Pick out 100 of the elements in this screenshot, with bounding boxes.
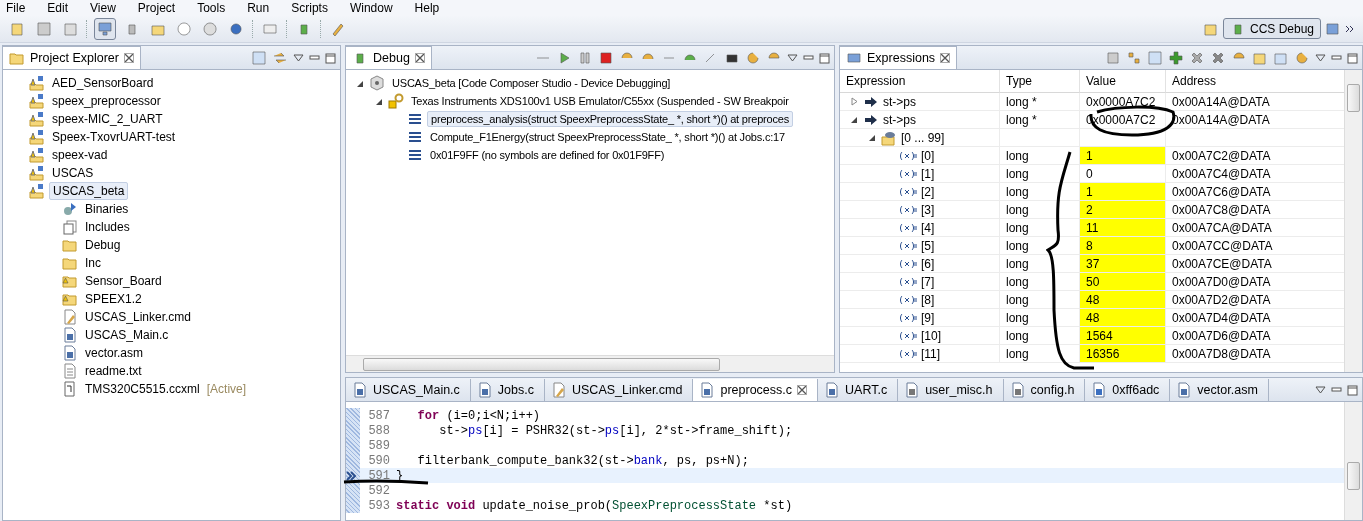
minimize-icon[interactable] [1331, 53, 1342, 63]
expression-name: [6] [921, 256, 935, 271]
tree-item[interactable]: speex-MIC_2_UART [49, 111, 166, 127]
variable-icon [899, 312, 917, 323]
view-menu-icon[interactable] [293, 54, 304, 62]
tree-item[interactable]: Includes [82, 219, 133, 235]
close-icon[interactable] [797, 385, 807, 395]
code-line: filterbank_compute_bank32(st->bank, ps, ps+N); [416, 453, 749, 468]
add-icon[interactable] [1168, 50, 1184, 66]
close-icon[interactable] [940, 53, 951, 63]
maximize-icon[interactable] [1347, 384, 1358, 396]
menu-item[interactable]: View [90, 0, 116, 15]
minimize-icon[interactable] [1331, 385, 1342, 395]
menu-item[interactable]: Window [349, 0, 393, 15]
editor-tab[interactable]: USCAS_Linker.cmd [545, 379, 694, 401]
linker-icon [62, 309, 78, 325]
menu-item[interactable]: Project [137, 0, 176, 15]
editor-tab[interactable]: Jobs.c [470, 379, 545, 401]
tree-item[interactable]: Inc [82, 255, 104, 271]
variable-icon [899, 222, 917, 233]
horizontal-scrollbar[interactable] [346, 355, 834, 372]
file-icon [551, 382, 567, 398]
includes-icon [62, 219, 78, 235]
maximize-icon[interactable] [819, 52, 830, 64]
view-menu-icon[interactable] [1315, 386, 1326, 394]
tree-item[interactable]: speex-vad [49, 147, 111, 163]
tree-item[interactable]: USCAS [49, 165, 97, 181]
tree-item[interactable]: Speex-TxovrUART-test [49, 129, 179, 145]
close-icon[interactable] [414, 53, 425, 63]
view-menu-icon[interactable] [1315, 54, 1326, 62]
maximize-icon[interactable] [325, 52, 336, 64]
line-number: 593 [367, 498, 391, 513]
tree-item[interactable]: USCAS_Main.c [82, 327, 172, 343]
tree-item[interactable]: SPEEX1.2 [82, 291, 145, 307]
tree-item[interactable]: speex_preprocessor [49, 93, 164, 109]
maximize-icon[interactable] [1347, 52, 1358, 64]
minimize-icon[interactable] [803, 53, 814, 63]
column-header[interactable]: Type [1000, 70, 1080, 93]
tree-icon[interactable] [1126, 50, 1142, 66]
debug-tree-item[interactable]: USCAS_beta [Code Composer Studio - Device Debugging] [389, 76, 674, 90]
vertical-scrollbar[interactable] [1344, 402, 1362, 520]
menu-item[interactable]: File [6, 0, 26, 15]
editor-tab[interactable]: config.h [1003, 379, 1086, 401]
debug-tree-item[interactable]: Texas Instruments XDS100v1 USB Emulator/C55xx (Suspended - SW Breakpoir [408, 94, 792, 108]
menu-item[interactable]: Tools [197, 0, 226, 15]
variable-icon [899, 204, 917, 215]
monitor-icon[interactable] [97, 20, 113, 37]
expand-toggle-icon[interactable] [850, 97, 859, 106]
tree-item[interactable]: AED_SensorBoard [49, 75, 157, 91]
expression-name: [9] [921, 310, 935, 325]
pause-icon[interactable] [577, 50, 593, 66]
line-number: 588 [367, 423, 391, 438]
stop-icon[interactable] [598, 50, 614, 66]
debug-tree-item[interactable]: Compute_F1Energy(struct SpeexPreprocessState_ *, short *)() at Jobs.c:17 [427, 130, 788, 144]
close-icon[interactable] [123, 53, 134, 63]
remove-all-icon[interactable] [1210, 50, 1226, 66]
perspective-button[interactable]: CCS Debug [1222, 18, 1321, 39]
c-file-icon [62, 327, 78, 343]
tree-item[interactable]: Binaries [82, 201, 132, 217]
chevron-icon[interactable] [1345, 23, 1355, 34]
variable-icon [899, 186, 917, 197]
asm-file-icon [62, 345, 78, 361]
tree-item[interactable]: USCAS_Linker.cmd [82, 309, 195, 325]
editor-tab[interactable]: preprocess.c [693, 379, 818, 401]
link-icon[interactable] [272, 50, 288, 66]
expand-toggle-icon[interactable] [868, 133, 877, 142]
tree-item[interactable]: readme.txt [82, 363, 145, 379]
editor-tab[interactable]: user_misc.h [898, 379, 1004, 401]
vertical-scrollbar[interactable] [1344, 70, 1362, 372]
collapse-all-icon[interactable] [251, 50, 267, 66]
column-header[interactable]: Expression [840, 70, 1000, 93]
tree-item[interactable]: vector.asm [82, 345, 147, 361]
expression-name: [8] [921, 292, 935, 307]
file-icon [1009, 382, 1026, 398]
editor-tab[interactable]: UART.c [818, 379, 899, 401]
editor-tab[interactable]: USCAS_Main.c [346, 379, 471, 401]
variable-icon [899, 258, 917, 269]
remove-icon[interactable] [1189, 50, 1205, 66]
menu-item[interactable]: Scripts [291, 0, 328, 15]
tree-item[interactable]: TMS320C5515.ccxml [82, 381, 203, 397]
tree-item[interactable]: USCAS_beta [49, 182, 129, 200]
debug-tree-item[interactable]: 0x01F9FF (no symbols are defined for 0x01F9FF) [427, 148, 668, 162]
menu-item[interactable]: Help [414, 0, 440, 15]
expand-toggle-icon[interactable] [850, 115, 859, 124]
expressions-icon[interactable] [846, 50, 862, 66]
view-menu-icon[interactable] [787, 54, 798, 62]
editor-tab[interactable]: 0xff6adc [1085, 379, 1171, 401]
column-header[interactable]: Value [1080, 70, 1166, 93]
debug-tree-item[interactable]: preprocess_analysis(struct SpeexPreprocessState_ *, short *)() at preproces [427, 111, 793, 127]
menu-item[interactable]: Edit [47, 0, 69, 15]
tree-item[interactable]: Sensor_Board [82, 273, 165, 289]
collapse-all-icon[interactable] [1147, 50, 1163, 66]
tree-item[interactable]: Debug [82, 237, 124, 253]
expression-name: [4] [921, 220, 935, 235]
menu-item[interactable]: Run [247, 0, 270, 15]
expression-name: [2] [921, 184, 935, 199]
line-number: 587 [367, 408, 391, 423]
editor-tab[interactable]: vector.asm [1170, 379, 1269, 401]
minimize-icon[interactable] [309, 53, 320, 63]
table-cell: long * [1000, 93, 1080, 111]
